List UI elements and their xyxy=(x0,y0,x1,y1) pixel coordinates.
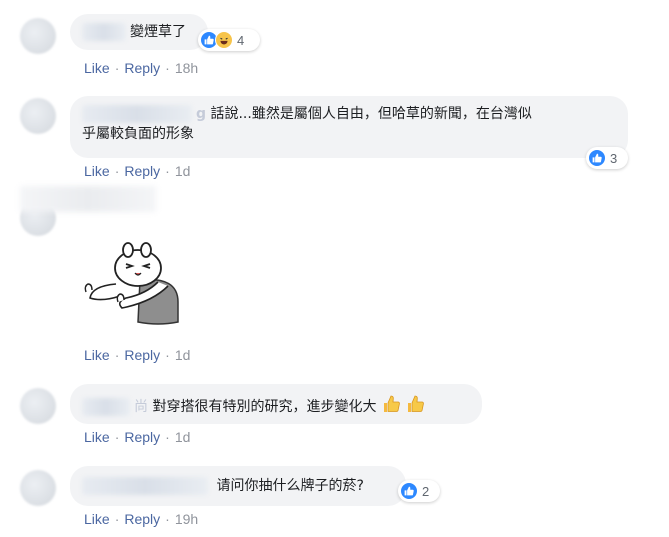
comment-text: 話說...雖然是屬個人自由，但哈草的新聞，在台灣似 xyxy=(210,106,532,122)
avatar[interactable] xyxy=(20,470,56,506)
timestamp[interactable]: 19h xyxy=(175,511,198,527)
reactions-summary[interactable]: 2 xyxy=(398,480,440,502)
reaction-count: 2 xyxy=(422,483,430,499)
separator: · xyxy=(165,163,170,179)
separator: · xyxy=(165,429,170,445)
like-link[interactable]: Like xyxy=(84,163,110,179)
like-reaction-icon xyxy=(588,149,606,167)
timestamp[interactable]: 1d xyxy=(175,429,191,445)
separator: · xyxy=(165,60,170,76)
reply-link[interactable]: Reply xyxy=(124,163,160,179)
comment-actions: Like · Reply · 19h xyxy=(84,511,198,527)
thumbs-up-emoji-icon xyxy=(405,394,425,420)
comment-bubble: 请问你抽什么牌子的菸? xyxy=(70,466,406,506)
timestamp[interactable]: 1d xyxy=(175,347,191,363)
commenter-name-fragment[interactable]: 尚 xyxy=(134,399,148,415)
comment-bubble: g 話說...雖然是屬個人自由，但哈草的新聞，在台灣似 乎屬較負面的形象 xyxy=(70,96,628,158)
like-link[interactable]: Like xyxy=(84,429,110,445)
reply-link[interactable]: Reply xyxy=(124,347,160,363)
comment-text: 對穿搭很有特別的研究，進步變化大 xyxy=(152,399,377,415)
like-link[interactable]: Like xyxy=(84,60,110,76)
separator: · xyxy=(165,347,170,363)
commenter-name-redacted[interactable] xyxy=(20,186,156,212)
commenter-name-redacted[interactable] xyxy=(82,477,208,495)
reply-link[interactable]: Reply xyxy=(124,429,160,445)
comment-text-line-2: 乎屬較負面的形象 xyxy=(82,126,194,142)
thumbs-up-bunny-sticker[interactable] xyxy=(82,242,186,326)
reaction-count: 4 xyxy=(237,32,245,48)
comment-actions: Like · Reply · 1d xyxy=(84,163,190,179)
comment-bubble: 變煙草了 xyxy=(70,14,208,50)
reply-link[interactable]: Reply xyxy=(124,511,160,527)
like-link[interactable]: Like xyxy=(84,347,110,363)
separator: · xyxy=(114,429,120,445)
comment-actions: Like · Reply · 18h xyxy=(84,60,198,76)
comment-bubble: 尚 對穿搭很有特別的研究，進步變化大 xyxy=(70,384,482,424)
separator: · xyxy=(114,60,120,76)
commenter-name-redacted[interactable] xyxy=(82,398,130,416)
reply-link[interactable]: Reply xyxy=(124,60,160,76)
commenter-name-fragment[interactable]: g xyxy=(196,106,206,122)
timestamp[interactable]: 18h xyxy=(175,60,198,76)
comment-text: 變煙草了 xyxy=(130,24,186,40)
avatar[interactable] xyxy=(20,98,56,134)
like-link[interactable]: Like xyxy=(84,511,110,527)
thumbs-up-emoji-icon xyxy=(381,394,401,420)
separator: · xyxy=(114,511,120,527)
separator: · xyxy=(114,347,120,363)
reactions-summary[interactable]: 4 xyxy=(198,29,260,51)
reaction-count: 3 xyxy=(610,150,618,166)
avatar[interactable] xyxy=(20,18,56,54)
comment-text: 请问你抽什么牌子的菸? xyxy=(216,478,364,494)
haha-reaction-icon xyxy=(215,31,233,49)
timestamp[interactable]: 1d xyxy=(175,163,191,179)
reactions-summary[interactable]: 3 xyxy=(586,147,628,169)
separator: · xyxy=(165,511,170,527)
separator: · xyxy=(114,163,120,179)
commenter-name-redacted[interactable] xyxy=(82,105,192,123)
comment-actions: Like · Reply · 1d xyxy=(84,347,190,363)
avatar[interactable] xyxy=(20,388,56,424)
like-reaction-icon xyxy=(400,482,418,500)
comment-actions: Like · Reply · 1d xyxy=(84,429,190,445)
commenter-name-redacted[interactable] xyxy=(82,23,126,41)
